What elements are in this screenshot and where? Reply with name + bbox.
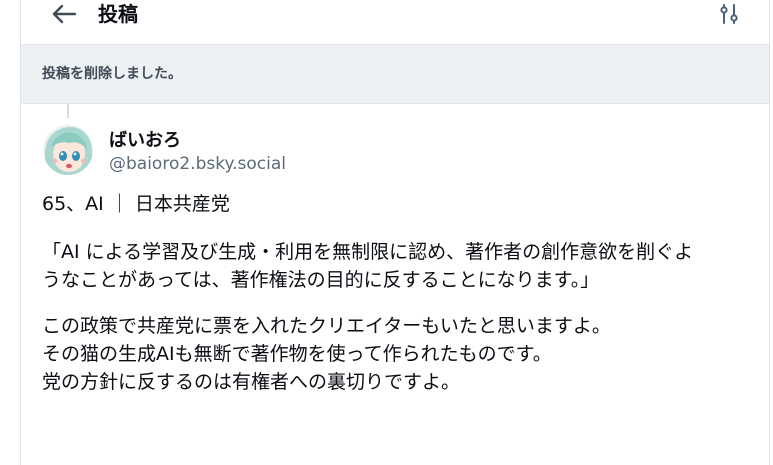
page-title: 投稿 [98,2,138,26]
sliders-icon [720,4,738,24]
author-display-name[interactable]: ばいおろ [109,126,181,152]
post-text: 65、AI ｜ 日本共産党 「AI による学習及び生成・利用を無制限に認め、著作… [42,190,764,396]
deleted-post-notice: 投稿を削除しました。 [21,45,769,104]
deleted-post-text: 投稿を削除しました。 [42,66,182,82]
header-bar: 投稿 [21,0,769,45]
back-button[interactable] [49,0,79,28]
post-thread-panel: 投稿 投稿を削除しました。 ばいおろ @baioro2.bsky.social … [20,0,770,465]
avatar[interactable] [43,125,93,175]
author-handle[interactable]: @baioro2.bsky.social [109,154,286,174]
post-text-line: 党の方針に反するのは有権者への裏切りですよ。 [42,371,461,393]
arrow-left-icon [52,4,77,24]
post-text-line: この政策で共産党に票を入れたクリエイターもいたと思いますよ。 [42,315,611,337]
thread-settings-button[interactable] [715,0,743,28]
post-text-line: その猫の生成AIも無断で著作物を使って作られたものです。 [42,343,552,365]
post-text-line: 「AI による学習及び生成・利用を無制限に認め、著作者の創作意欲を削ぐよ [42,241,694,263]
post-text-line: うなことがあっては、著作権法の目的に反することになります。」 [42,269,600,291]
post-text-line: 65、AI ｜ 日本共産党 [42,193,230,215]
anime-avatar-image [43,125,93,175]
thread-connector-line [67,104,69,118]
